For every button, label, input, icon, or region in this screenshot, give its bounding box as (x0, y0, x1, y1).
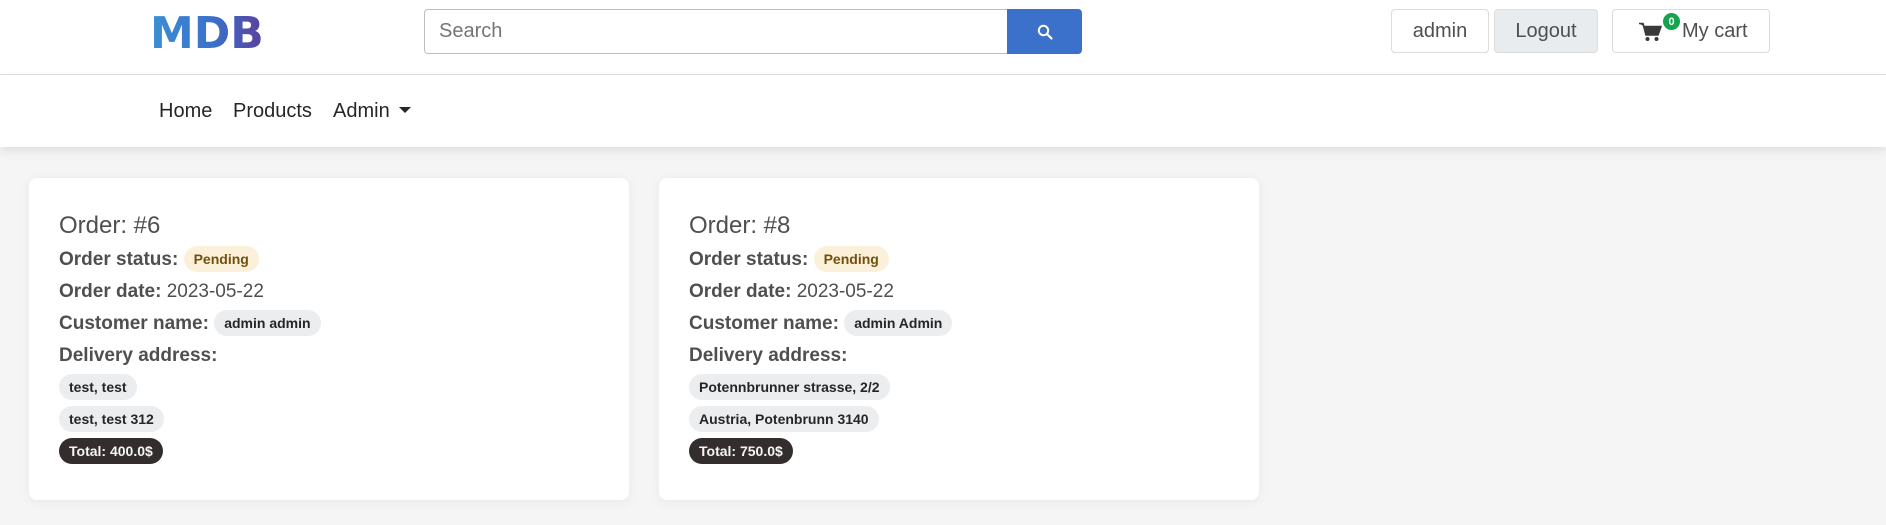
order-card: Order: #6 Order status: Pending Order da… (29, 178, 629, 500)
search-bar (424, 9, 1082, 54)
address-line-row: Potennbrunner strasse, 2/2 (689, 372, 1229, 404)
order-date-row: Order date: 2023-05-22 (59, 276, 599, 308)
cart-count-badge: 0 (1663, 13, 1680, 30)
total-badge: Total: 400.0$ (59, 437, 163, 464)
order-status-row: Order status: Pending (689, 244, 1229, 276)
order-date-value: 2023-05-22 (166, 281, 264, 302)
nav-link-home[interactable]: Home (159, 100, 212, 123)
address-line-row: Austria, Potenbrunn 3140 (689, 404, 1229, 436)
admin-button-label: admin (1412, 19, 1468, 42)
mdb-logo[interactable]: MDB (150, 8, 266, 59)
customer-name-row: Customer name: admin admin (59, 308, 599, 340)
order-status-label: Order status: (59, 249, 179, 270)
delivery-address-row: Delivery address: (59, 340, 599, 372)
order-title: Order: #8 (689, 212, 791, 239)
nav-dropdown-admin[interactable]: Admin (333, 100, 411, 123)
address-line-badge: Austria, Potenbrunn 3140 (689, 405, 879, 432)
cart-button[interactable]: 0 My cart (1612, 9, 1770, 53)
order-date-value: 2023-05-22 (796, 281, 894, 302)
address-line-row: test, test 312 (59, 404, 599, 436)
delivery-address-label: Delivery address: (59, 345, 218, 366)
nav-admin-label: Admin (333, 100, 390, 122)
delivery-address-label: Delivery address: (689, 345, 848, 366)
status-badge: Pending (813, 245, 889, 272)
search-icon (1037, 24, 1053, 40)
mdb-logo-icon: MDB (150, 8, 264, 59)
total-row: Total: 400.0$ (59, 436, 599, 468)
shopping-cart-icon (1639, 22, 1662, 41)
customer-name-badge: admin Admin (844, 309, 953, 336)
address-line-badge: test, test 312 (59, 405, 164, 432)
order-card: Order: #8 Order status: Pending Order da… (659, 178, 1259, 500)
address-line-badge: test, test (59, 373, 137, 400)
order-date-label: Order date: (59, 281, 162, 302)
logout-button[interactable]: Logout (1494, 9, 1598, 53)
customer-name-label: Customer name: (689, 313, 839, 334)
main-navbar: Home Products Admin (0, 75, 1886, 147)
logout-button-label: Logout (1515, 19, 1577, 42)
delivery-address-row: Delivery address: (689, 340, 1229, 372)
order-date-label: Order date: (689, 281, 792, 302)
top-bar: MDB admin Logout 0 My cart (0, 0, 1886, 75)
total-badge: Total: 750.0$ (689, 437, 793, 464)
order-date-row: Order date: 2023-05-22 (689, 276, 1229, 308)
order-title: Order: #6 (59, 212, 161, 239)
customer-name-badge: admin admin (214, 309, 321, 336)
customer-name-label: Customer name: (59, 313, 209, 334)
order-status-row: Order status: Pending (59, 244, 599, 276)
status-badge: Pending (183, 245, 259, 272)
address-line-row: test, test (59, 372, 599, 404)
address-line-badge: Potennbrunner strasse, 2/2 (689, 373, 890, 400)
caret-down-icon (398, 106, 411, 113)
admin-button[interactable]: admin (1391, 9, 1489, 53)
customer-name-row: Customer name: admin Admin (689, 308, 1229, 340)
search-button[interactable] (1007, 9, 1082, 54)
total-row: Total: 750.0$ (689, 436, 1229, 468)
nav-link-products[interactable]: Products (233, 100, 312, 123)
search-input[interactable] (424, 9, 1007, 54)
order-status-label: Order status: (689, 249, 809, 270)
cart-button-label: My cart (1682, 20, 1748, 42)
svg-text:MDB: MDB (150, 8, 264, 56)
